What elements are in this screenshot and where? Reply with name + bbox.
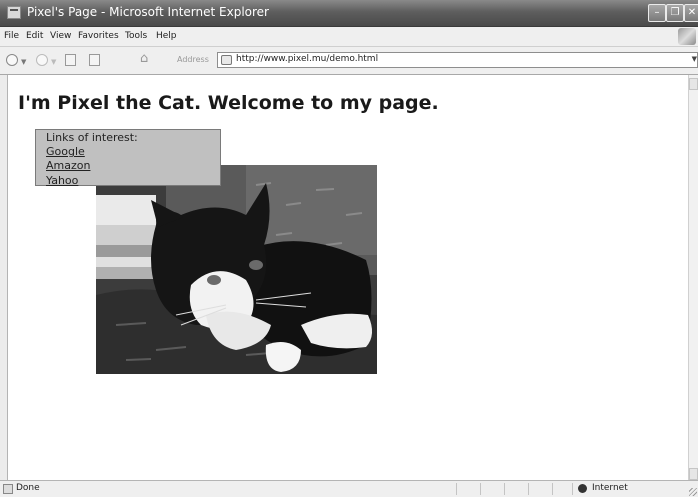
status-divider xyxy=(480,483,481,495)
menu-help[interactable]: Help xyxy=(156,31,177,41)
back-dropdown-icon[interactable]: ▼ xyxy=(21,55,26,69)
menu-file[interactable]: File xyxy=(4,31,19,41)
forward-icon[interactable] xyxy=(36,54,48,66)
address-dropdown-icon[interactable]: ▼ xyxy=(692,55,697,63)
windows-logo-icon xyxy=(678,28,696,45)
status-divider xyxy=(528,483,529,495)
menu-edit[interactable]: Edit xyxy=(26,31,43,41)
scroll-up-icon[interactable] xyxy=(689,78,698,90)
zone-text: Internet xyxy=(592,483,628,493)
title-bar[interactable]: Pixel's Page - Microsoft Internet Explor… xyxy=(0,0,698,27)
home-icon[interactable]: ⌂ xyxy=(140,52,148,66)
window-title: Pixel's Page - Microsoft Internet Explor… xyxy=(27,5,269,19)
status-text: Done xyxy=(16,483,40,493)
resize-grip-icon[interactable] xyxy=(689,488,697,496)
stop-icon[interactable] xyxy=(65,54,76,66)
link-google[interactable]: Google xyxy=(46,145,220,159)
page-status-icon xyxy=(3,484,13,494)
back-icon[interactable] xyxy=(6,54,18,66)
cat-photo xyxy=(96,165,377,374)
close-icon[interactable]: ✕ xyxy=(684,4,698,22)
link-yahoo[interactable]: Yahoo xyxy=(46,174,220,188)
status-divider xyxy=(456,483,457,495)
internet-zone-icon xyxy=(578,484,587,493)
scroll-down-icon[interactable] xyxy=(689,468,698,480)
status-divider xyxy=(504,483,505,495)
menu-view[interactable]: View xyxy=(50,31,71,41)
toolbar: ▼ ▼ ⌂ Address http://www.pixel.mu/demo.h… xyxy=(0,47,698,75)
maximize-icon[interactable]: ❐ xyxy=(666,4,684,22)
window-frame-left xyxy=(0,75,8,480)
page-content: I'm Pixel the Cat. Welcome to my page. L… xyxy=(8,75,688,480)
status-divider xyxy=(552,483,553,495)
status-bar: Done Internet xyxy=(0,480,698,497)
links-label: Links of interest: xyxy=(46,131,138,144)
links-box: Links of interest: Google Amazon Yahoo xyxy=(35,129,221,188)
page-icon xyxy=(221,55,232,65)
status-divider xyxy=(572,483,573,495)
link-amazon[interactable]: Amazon xyxy=(46,159,220,173)
menu-tools[interactable]: Tools xyxy=(125,31,147,41)
refresh-icon[interactable] xyxy=(89,54,100,66)
ie-page-icon xyxy=(7,6,21,19)
minimize-icon[interactable]: – xyxy=(648,4,666,22)
menu-favorites[interactable]: Favorites xyxy=(78,31,119,41)
address-bar[interactable]: http://www.pixel.mu/demo.html ▼ xyxy=(217,52,698,68)
vertical-scrollbar[interactable] xyxy=(688,75,698,480)
menu-bar: File Edit View Favorites Tools Help xyxy=(0,27,698,47)
address-label: Address xyxy=(177,55,209,64)
page-heading: I'm Pixel the Cat. Welcome to my page. xyxy=(18,92,439,114)
address-input[interactable]: http://www.pixel.mu/demo.html xyxy=(236,54,378,64)
forward-dropdown-icon[interactable]: ▼ xyxy=(51,55,56,69)
